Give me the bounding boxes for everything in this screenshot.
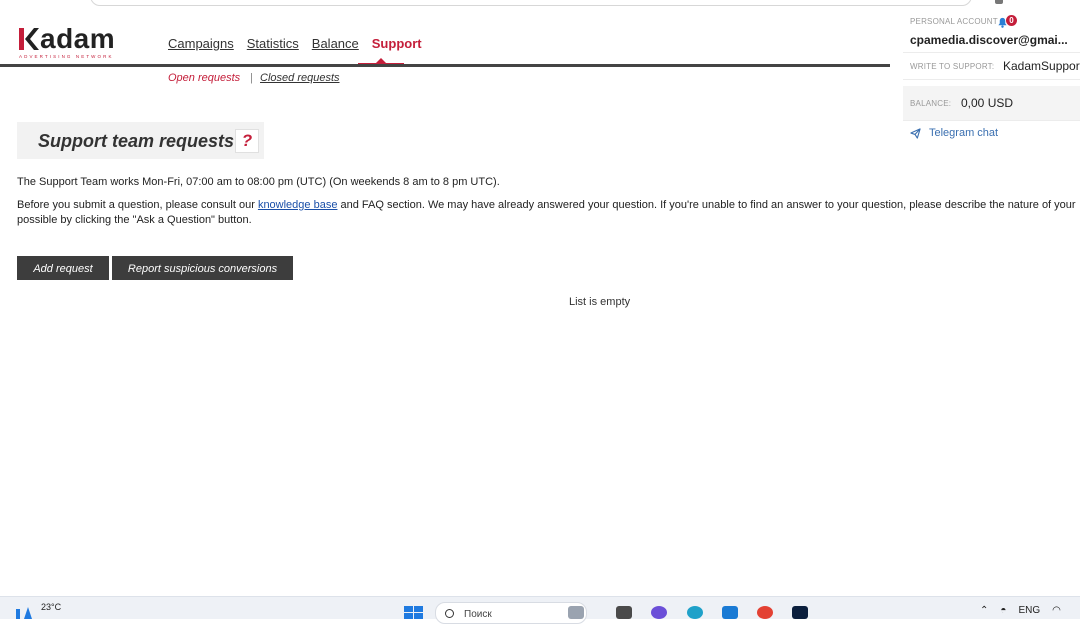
account-sidebar: PERSONAL ACCOUNT 0 cpamedia.discover@gma… [903, 10, 1080, 139]
subnav-separator: | [250, 72, 254, 84]
network-icon[interactable]: ◓ [1000, 605, 1006, 616]
consult-text-line2: possible by clicking the "Ask a Question… [17, 214, 252, 226]
support-label: WRITE TO SUPPORT: [910, 62, 995, 71]
logo-wordmark: adam [40, 23, 116, 54]
support-hours-text: The Support Team works Mon-Fri, 07:00 am… [17, 176, 500, 188]
taskbar-search[interactable]: Поиск [435, 602, 587, 624]
account-email[interactable]: cpamedia.discover@gmai... [910, 33, 1068, 47]
balance-panel: BALANCE: 0,00 USD [903, 86, 1080, 121]
weather-temperature[interactable]: 23°C [41, 602, 61, 612]
task-view-icon[interactable] [568, 606, 584, 619]
logo-tagline: ADVERTISING NETWORK [19, 54, 114, 59]
nav-statistics[interactable]: Statistics [247, 36, 299, 51]
consult-text-before: Before you submit a question, please con… [17, 199, 255, 211]
tab-open-requests[interactable]: Open requests [168, 72, 240, 84]
os-taskbar: 23°C Поиск ⌃ ◓ ENG ◠ [0, 596, 1080, 624]
knowledge-base-link[interactable]: knowledge base [258, 199, 338, 211]
browser-chrome [0, 0, 1080, 10]
language-indicator[interactable]: ENG [1018, 605, 1040, 616]
consult-text: Before you submit a question, please con… [17, 198, 1080, 228]
file-explorer-icon[interactable] [616, 606, 632, 619]
extension-icon[interactable] [995, 0, 1003, 4]
address-bar[interactable] [90, 0, 972, 6]
account-label: PERSONAL ACCOUNT [910, 17, 998, 26]
help-button[interactable]: ? [235, 129, 259, 153]
telegram-icon [910, 127, 921, 139]
balance-value: 0,00 USD [961, 96, 1014, 110]
notification-badge: 0 [1006, 15, 1017, 26]
logo[interactable]: adam ADVERTISING NETWORK [19, 25, 129, 59]
consult-text-after: and FAQ section. We may have already ans… [340, 199, 1076, 211]
support-contact: WRITE TO SUPPORT: KadamSupport [903, 53, 1080, 80]
photoshop-icon[interactable] [792, 606, 808, 619]
tab-closed-requests[interactable]: Closed requests [260, 72, 340, 84]
app-icon[interactable] [651, 606, 667, 619]
search-icon [445, 609, 454, 618]
wifi-icon[interactable]: ◠ [1052, 605, 1061, 616]
account-panel: PERSONAL ACCOUNT 0 cpamedia.discover@gma… [903, 10, 1080, 53]
support-handle[interactable]: KadamSupport [1003, 59, 1080, 73]
taskbar-search-placeholder: Поиск [464, 609, 492, 620]
telegram-chat-link[interactable]: Telegram chat [910, 127, 998, 139]
logo-k-icon [19, 28, 39, 50]
main-nav: Campaigns Statistics Balance Support [168, 36, 435, 51]
edge-icon[interactable] [687, 606, 703, 619]
add-request-button[interactable]: Add request [17, 256, 109, 280]
nav-support[interactable]: Support [372, 36, 422, 51]
store-icon[interactable] [722, 606, 738, 619]
sub-nav: Open requests | Closed requests [168, 72, 340, 84]
nav-balance[interactable]: Balance [312, 36, 359, 51]
telegram-chat-label: Telegram chat [929, 127, 999, 139]
empty-list-message: List is empty [569, 296, 631, 308]
balance-label: BALANCE: [910, 99, 952, 108]
windows-start-icon[interactable] [404, 606, 423, 619]
chevron-up-icon[interactable]: ⌃ [980, 605, 988, 616]
header-divider [0, 64, 890, 67]
system-tray: ⌃ ◓ ENG ◠ [980, 605, 1061, 616]
page-title-box: Support team requests ? [17, 122, 264, 159]
chrome-icon[interactable] [757, 606, 773, 619]
page-title: Support team requests [38, 131, 235, 151]
weather-icon[interactable] [16, 605, 36, 619]
report-conversions-button[interactable]: Report suspicious conversions [112, 256, 293, 280]
nav-campaigns[interactable]: Campaigns [168, 36, 234, 51]
